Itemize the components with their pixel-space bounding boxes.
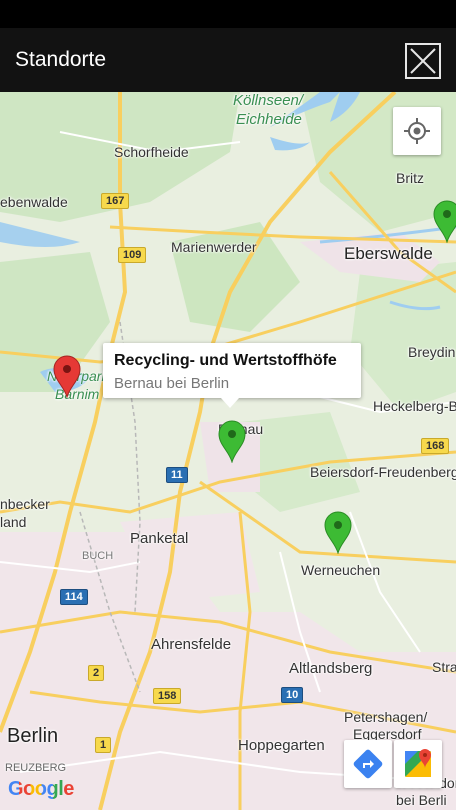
info-window[interactable]: Recycling- und Wertstoffhöfe Bernau bei …: [103, 343, 361, 408]
app-bar: Standorte: [0, 28, 456, 92]
road-shield-2: 2: [88, 665, 105, 681]
google-maps-icon: [405, 749, 431, 777]
place-beiberli: bei Berli: [396, 792, 447, 808]
place-schorfheide: Schorfheide: [114, 144, 189, 160]
place-breydin: Breydin: [408, 344, 456, 360]
place-heckelberg: Heckelberg-B: [373, 398, 456, 414]
directions-button[interactable]: [344, 740, 392, 788]
place-eichheide: Eichheide: [236, 111, 302, 128]
info-window-title: Recycling- und Wertstoffhöfe: [114, 352, 337, 369]
map-view[interactable]: Köllnseen/ Eichheide Schorfheide ebenwal…: [0, 92, 456, 810]
close-icon: [410, 48, 436, 74]
info-window-tail: [221, 398, 239, 408]
google-logo-text: Google: [8, 778, 74, 800]
place-eberswalde: Eberswalde: [344, 244, 433, 263]
place-berlin: Berlin: [7, 725, 59, 747]
directions-icon: [353, 749, 383, 779]
road-shield-11: 11: [166, 467, 188, 483]
crosshair-icon: [404, 118, 430, 144]
info-window-subtitle: Bernau bei Berlin: [114, 375, 230, 392]
place-nbecker: nbecker: [0, 496, 50, 512]
google-logo: Google: [8, 778, 74, 801]
place-koellnseen: Köllnseen/: [233, 92, 304, 109]
road-shield-1: 1: [95, 737, 112, 753]
open-in-maps-button[interactable]: [394, 740, 442, 788]
place-altlandsberg: Altlandsberg: [289, 660, 373, 677]
place-werneuchen: Werneuchen: [301, 562, 381, 578]
map-marker-eberswalde[interactable]: [432, 199, 456, 243]
place-panketal: Panketal: [130, 530, 189, 547]
road-shield-109: 109: [118, 247, 147, 263]
road-shield-158: 158: [153, 688, 182, 704]
place-petershagen: Petershagen/: [344, 709, 428, 725]
place-hoppegarten: Hoppegarten: [238, 737, 325, 754]
place-britz: Britz: [396, 170, 424, 186]
road-shield-114: 114: [60, 589, 88, 605]
road-shield-168: 168: [421, 438, 450, 454]
my-location-button[interactable]: [393, 107, 441, 155]
place-buch: BUCH: [82, 550, 114, 562]
map-marker-bernau[interactable]: [217, 419, 247, 463]
place-land: land: [0, 514, 27, 530]
road-shield-10: 10: [281, 687, 304, 703]
place-marienwerder: Marienwerder: [171, 239, 257, 255]
place-kreuzberg: REUZBERG: [5, 762, 67, 774]
close-button[interactable]: [405, 43, 441, 79]
place-stra: Stra: [432, 659, 456, 675]
place-ahrensfelde: Ahrensfelde: [151, 636, 232, 653]
page-title: Standorte: [15, 48, 107, 71]
place-beiersdorf: Beiersdorf-Freudenberg: [310, 464, 456, 480]
status-bar: [0, 0, 456, 28]
map-marker-werneuchen[interactable]: [323, 510, 353, 554]
road-shield-167: 167: [101, 193, 130, 209]
map-marker-selected[interactable]: [52, 354, 82, 398]
place-ebenwalde: ebenwalde: [0, 194, 68, 210]
